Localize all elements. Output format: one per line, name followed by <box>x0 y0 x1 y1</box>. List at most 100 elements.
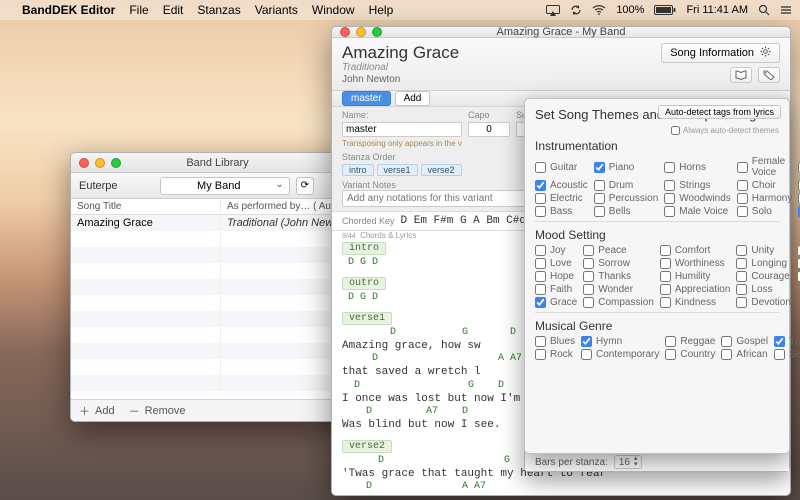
checkbox-input[interactable] <box>736 284 747 295</box>
song-information-button[interactable]: Song Information <box>661 43 780 63</box>
bars-per-stanza-stepper[interactable]: 16 ▴▾ <box>614 455 643 469</box>
checkbox-input[interactable] <box>736 271 747 282</box>
checkbox-input[interactable] <box>721 349 732 360</box>
tag-checkbox[interactable]: Bass <box>535 206 588 217</box>
tag-checkbox[interactable]: Devotion <box>736 297 790 308</box>
tag-checkbox[interactable]: Country <box>665 349 715 360</box>
checkbox-input[interactable] <box>581 349 592 360</box>
checkbox-input[interactable] <box>737 180 748 191</box>
always-auto-detect-checkbox[interactable] <box>671 126 680 135</box>
remove-song-button[interactable]: －Remove <box>129 403 186 419</box>
table-row[interactable] <box>71 231 364 247</box>
tag-checkbox[interactable]: Reggae <box>665 336 715 347</box>
checkbox-input[interactable] <box>721 336 732 347</box>
tag-checkbox[interactable]: Horns <box>664 156 731 178</box>
tag-checkbox[interactable]: Female Voice <box>737 156 793 178</box>
checkbox-input[interactable] <box>535 271 546 282</box>
checkbox-input[interactable] <box>737 193 748 204</box>
tag-checkbox[interactable]: Gospel <box>721 336 768 347</box>
checkbox-input[interactable] <box>583 284 594 295</box>
checkbox-input[interactable] <box>737 206 748 217</box>
checkbox-input[interactable] <box>660 245 671 256</box>
menubar-item-edit[interactable]: Edit <box>163 3 184 17</box>
book-icon[interactable] <box>730 67 752 83</box>
tag-checkbox[interactable]: Loss <box>736 284 790 295</box>
menubar-app-name[interactable]: BandDEK Editor <box>22 3 115 17</box>
checkbox-input[interactable] <box>583 258 594 269</box>
col-song-title[interactable]: Song Title <box>71 201 221 212</box>
editor-titlebar[interactable]: Amazing Grace - My Band <box>332 27 790 38</box>
checkbox-input[interactable] <box>736 245 747 256</box>
auto-detect-button[interactable]: Auto-detect tags from lyrics <box>658 105 781 119</box>
table-row[interactable] <box>71 311 364 327</box>
spotlight-icon[interactable] <box>758 4 770 16</box>
tag-checkbox[interactable]: Male Voice <box>664 206 731 217</box>
variant-name-input[interactable] <box>342 122 462 137</box>
table-row[interactable] <box>71 375 364 391</box>
checkbox-input[interactable] <box>535 297 546 308</box>
tag-checkbox[interactable]: Sorrow <box>583 258 654 269</box>
table-row[interactable]: Amazing Grace Traditional (John Newton) <box>71 215 364 231</box>
tag-checkbox[interactable]: Acoustic <box>535 180 588 191</box>
checkbox-input[interactable] <box>660 258 671 269</box>
checkbox-input[interactable] <box>583 297 594 308</box>
table-row[interactable] <box>71 279 364 295</box>
checkbox-input[interactable] <box>736 297 747 308</box>
tag-checkbox[interactable]: Secular <box>774 349 800 360</box>
checkbox-input[interactable] <box>594 193 605 204</box>
airplay-icon[interactable] <box>546 5 560 16</box>
menubar-item-stanzas[interactable]: Stanzas <box>197 3 240 17</box>
checkbox-input[interactable] <box>535 180 546 191</box>
checkbox-input[interactable] <box>535 349 546 360</box>
checkbox-input[interactable] <box>581 336 592 347</box>
checkbox-input[interactable] <box>665 349 676 360</box>
tag-checkbox[interactable]: Harmony <box>737 193 793 204</box>
checkbox-input[interactable] <box>774 349 785 360</box>
checkbox-input[interactable] <box>660 284 671 295</box>
tag-checkbox[interactable]: Thanks <box>583 271 654 282</box>
checkbox-input[interactable] <box>737 162 748 173</box>
notifications-icon[interactable] <box>780 5 792 15</box>
tag-checkbox[interactable]: Piano <box>594 156 658 178</box>
tag-checkbox[interactable]: African <box>721 349 768 360</box>
tag-checkbox[interactable]: Woodwinds <box>664 193 731 204</box>
checkbox-input[interactable] <box>535 245 546 256</box>
tag-checkbox[interactable]: Grace <box>535 297 577 308</box>
checkbox-input[interactable] <box>664 162 675 173</box>
tag-checkbox[interactable]: Worthiness <box>660 258 731 269</box>
checkbox-input[interactable] <box>664 193 675 204</box>
checkbox-input[interactable] <box>583 271 594 282</box>
checkbox-input[interactable] <box>660 297 671 308</box>
tag-checkbox[interactable]: Choir <box>737 180 793 191</box>
updates-icon[interactable] <box>570 4 582 16</box>
tag-checkbox[interactable]: Hymn <box>581 336 659 347</box>
menubar-datetime[interactable]: Fri 11:41 AM <box>686 4 748 16</box>
tag-checkbox[interactable]: Wonder <box>583 284 654 295</box>
tag-checkbox[interactable]: Appreciation <box>660 284 731 295</box>
checkbox-input[interactable] <box>774 336 785 347</box>
table-row[interactable] <box>71 359 364 375</box>
battery-icon[interactable] <box>654 5 676 15</box>
tag-checkbox[interactable]: Comfort <box>660 245 731 256</box>
tag-checkbox[interactable]: Unity <box>736 245 790 256</box>
table-row[interactable] <box>71 343 364 359</box>
checkbox-input[interactable] <box>535 162 546 173</box>
table-row[interactable] <box>71 295 364 311</box>
checkbox-input[interactable] <box>665 336 676 347</box>
tag-checkbox[interactable]: Drum <box>594 180 658 191</box>
variant-tab-master[interactable]: master <box>342 91 391 106</box>
refresh-button[interactable]: ⟳ <box>296 177 314 195</box>
library-column-headers[interactable]: Song Title As performed by… ( Author ) <box>71 199 364 215</box>
checkbox-input[interactable] <box>736 258 747 269</box>
tag-checkbox[interactable]: Blues <box>535 336 575 347</box>
table-row[interactable] <box>71 247 364 263</box>
tag-checkbox[interactable]: Longing <box>736 258 790 269</box>
capo-input[interactable] <box>468 122 510 137</box>
menubar-item-file[interactable]: File <box>129 3 148 17</box>
checkbox-input[interactable] <box>594 180 605 191</box>
checkbox-input[interactable] <box>583 245 594 256</box>
tag-checkbox[interactable]: Strings <box>664 180 731 191</box>
tag-checkbox[interactable]: Rock <box>535 349 575 360</box>
tag-checkbox[interactable]: Joy <box>535 245 577 256</box>
tag-checkbox[interactable]: Electric <box>535 193 588 204</box>
